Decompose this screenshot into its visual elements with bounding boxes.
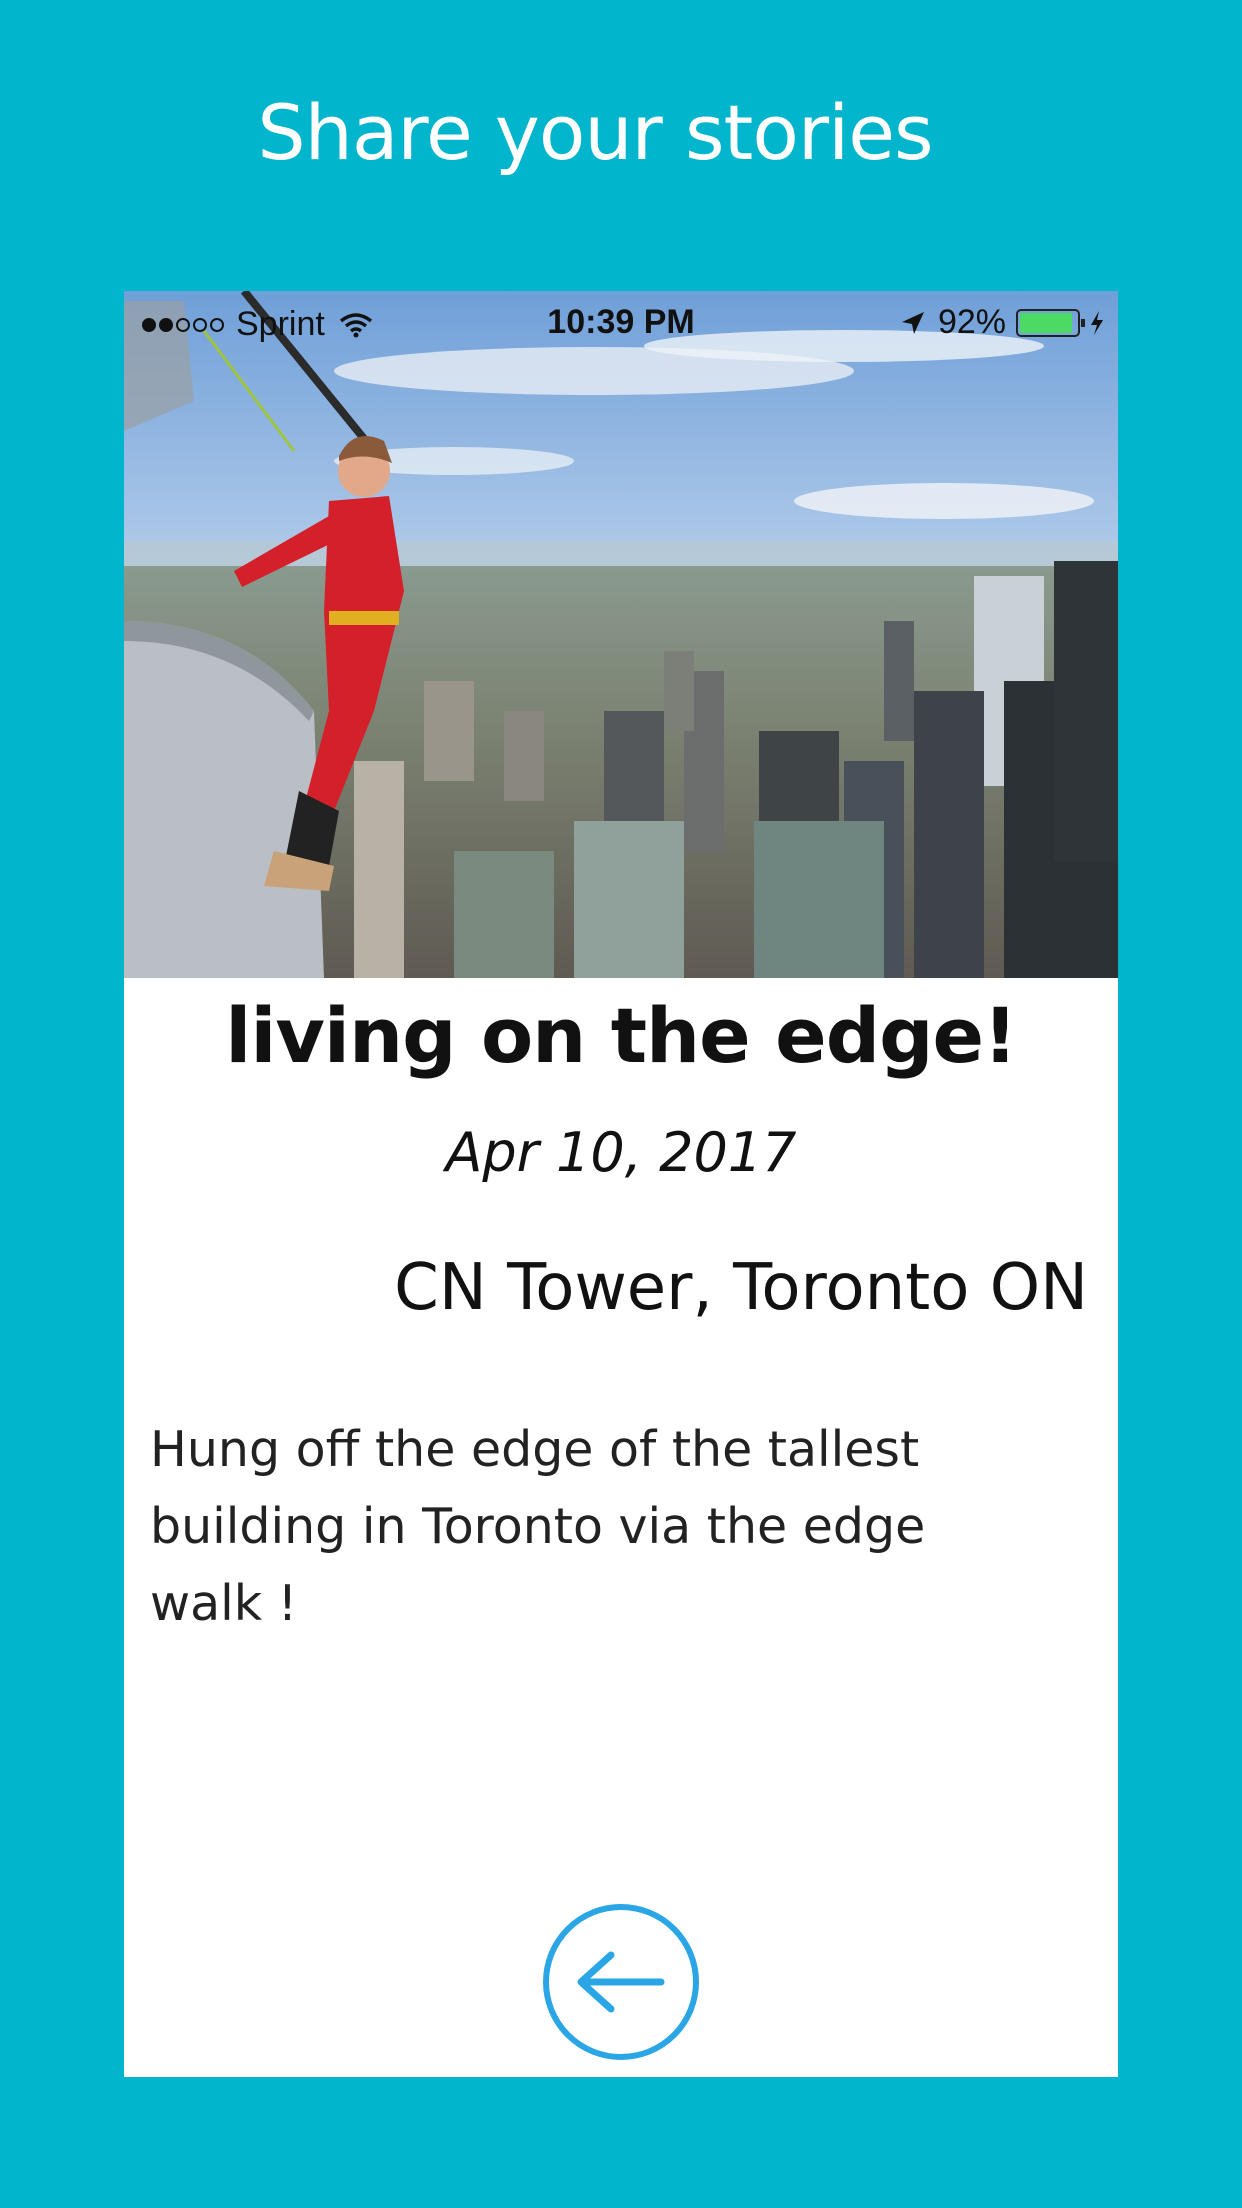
story-description: Hung off the edge of the tallest buildin… (150, 1421, 926, 1632)
battery-percent: 92% (937, 303, 1006, 341)
story-title: living on the edge! (225, 991, 1017, 1080)
location-arrow-icon (900, 310, 926, 336)
back-button[interactable] (543, 1904, 699, 2060)
story-photo: Sprint 10:39 PM 92% (124, 291, 1118, 978)
page-headline: Share your stories (257, 88, 933, 177)
bolt-icon (1090, 310, 1104, 335)
status-bar: Sprint 10:39 PM 92% (124, 291, 1118, 355)
phone-screenshot: Sprint 10:39 PM 92% living on the edge! … (124, 291, 1118, 2077)
story-date: Apr 10, 2017 (445, 1121, 797, 1184)
battery-icon (1016, 308, 1085, 337)
arrow-left-circle-icon (577, 1951, 665, 2013)
story-location: CN Tower, Toronto ON (394, 1251, 1088, 1325)
